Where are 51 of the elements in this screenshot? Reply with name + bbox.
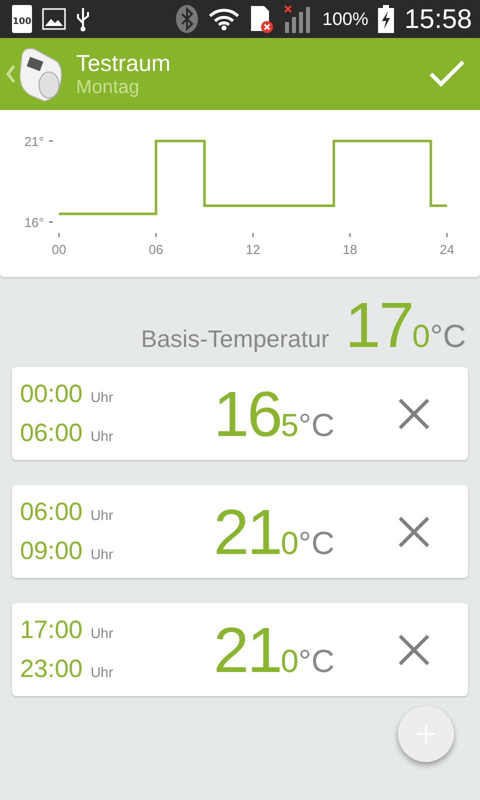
- temperature-unit: °C: [298, 406, 334, 444]
- time-unit: Uhr: [90, 388, 114, 404]
- image-icon: [42, 8, 66, 30]
- axis-label: 16°: [24, 215, 44, 230]
- temperature-decimal: 0: [280, 524, 299, 562]
- period-card[interactable]: 00:00 Uhr 06:00 Uhr 165°C: [12, 367, 468, 460]
- charging-battery-icon: [378, 5, 394, 33]
- bluetooth-icon: [176, 5, 198, 33]
- wifi-icon: [208, 7, 240, 31]
- axis-label: 24: [440, 242, 454, 257]
- time-unit: Uhr: [90, 428, 114, 444]
- room-title: Testraum: [76, 50, 172, 76]
- period-card[interactable]: 17:00 Uhr 23:00 Uhr 210°C: [12, 603, 468, 696]
- axis-label: 00: [52, 242, 66, 257]
- period-card[interactable]: 06:00 Uhr 09:00 Uhr 210°C: [12, 485, 468, 578]
- temperature-whole: 21: [214, 500, 281, 564]
- signal-icon: [284, 4, 312, 34]
- close-icon[interactable]: [398, 516, 430, 548]
- start-time: 17:00: [20, 618, 83, 642]
- base-temperature-label: Basis-Temperatur: [141, 326, 330, 354]
- close-icon[interactable]: [398, 634, 430, 666]
- start-time: 00:00: [20, 382, 83, 406]
- temperature-decimal: 5: [280, 406, 299, 444]
- close-icon[interactable]: [398, 398, 430, 430]
- usb-icon: [76, 6, 90, 32]
- end-time: 23:00: [20, 656, 83, 682]
- temperature-decimal: 0: [280, 642, 299, 680]
- base-temperature-whole[interactable]: 17: [345, 293, 412, 357]
- time-unit: Uhr: [90, 624, 114, 640]
- checkmark-icon[interactable]: [428, 59, 466, 89]
- temperature-unit: °C: [298, 524, 334, 562]
- temperature-whole: 21: [214, 618, 281, 682]
- time-unit: Uhr: [90, 506, 114, 522]
- temperature-unit: °C: [298, 642, 334, 680]
- temperature-whole: 16: [214, 382, 281, 446]
- axis-label: 21°: [24, 134, 44, 149]
- axis-label: 12: [246, 242, 260, 257]
- temperature-unit: °C: [430, 318, 466, 355]
- axis-label: 18: [342, 242, 358, 257]
- battery-badge: 100: [12, 5, 32, 33]
- time-unit: Uhr: [90, 664, 114, 680]
- axis-label: 06: [148, 242, 164, 257]
- start-time: 06:00: [20, 500, 83, 524]
- time-unit: Uhr: [90, 546, 114, 562]
- end-time: 06:00: [20, 420, 83, 446]
- clock: 15:58: [404, 4, 472, 34]
- base-temperature-decimal: 0: [412, 318, 430, 355]
- battery-percentage: 100%: [322, 8, 368, 30]
- sim-card-error-icon: [250, 4, 274, 34]
- day-subtitle: Montag: [76, 76, 140, 98]
- end-time: 09:00: [20, 538, 83, 564]
